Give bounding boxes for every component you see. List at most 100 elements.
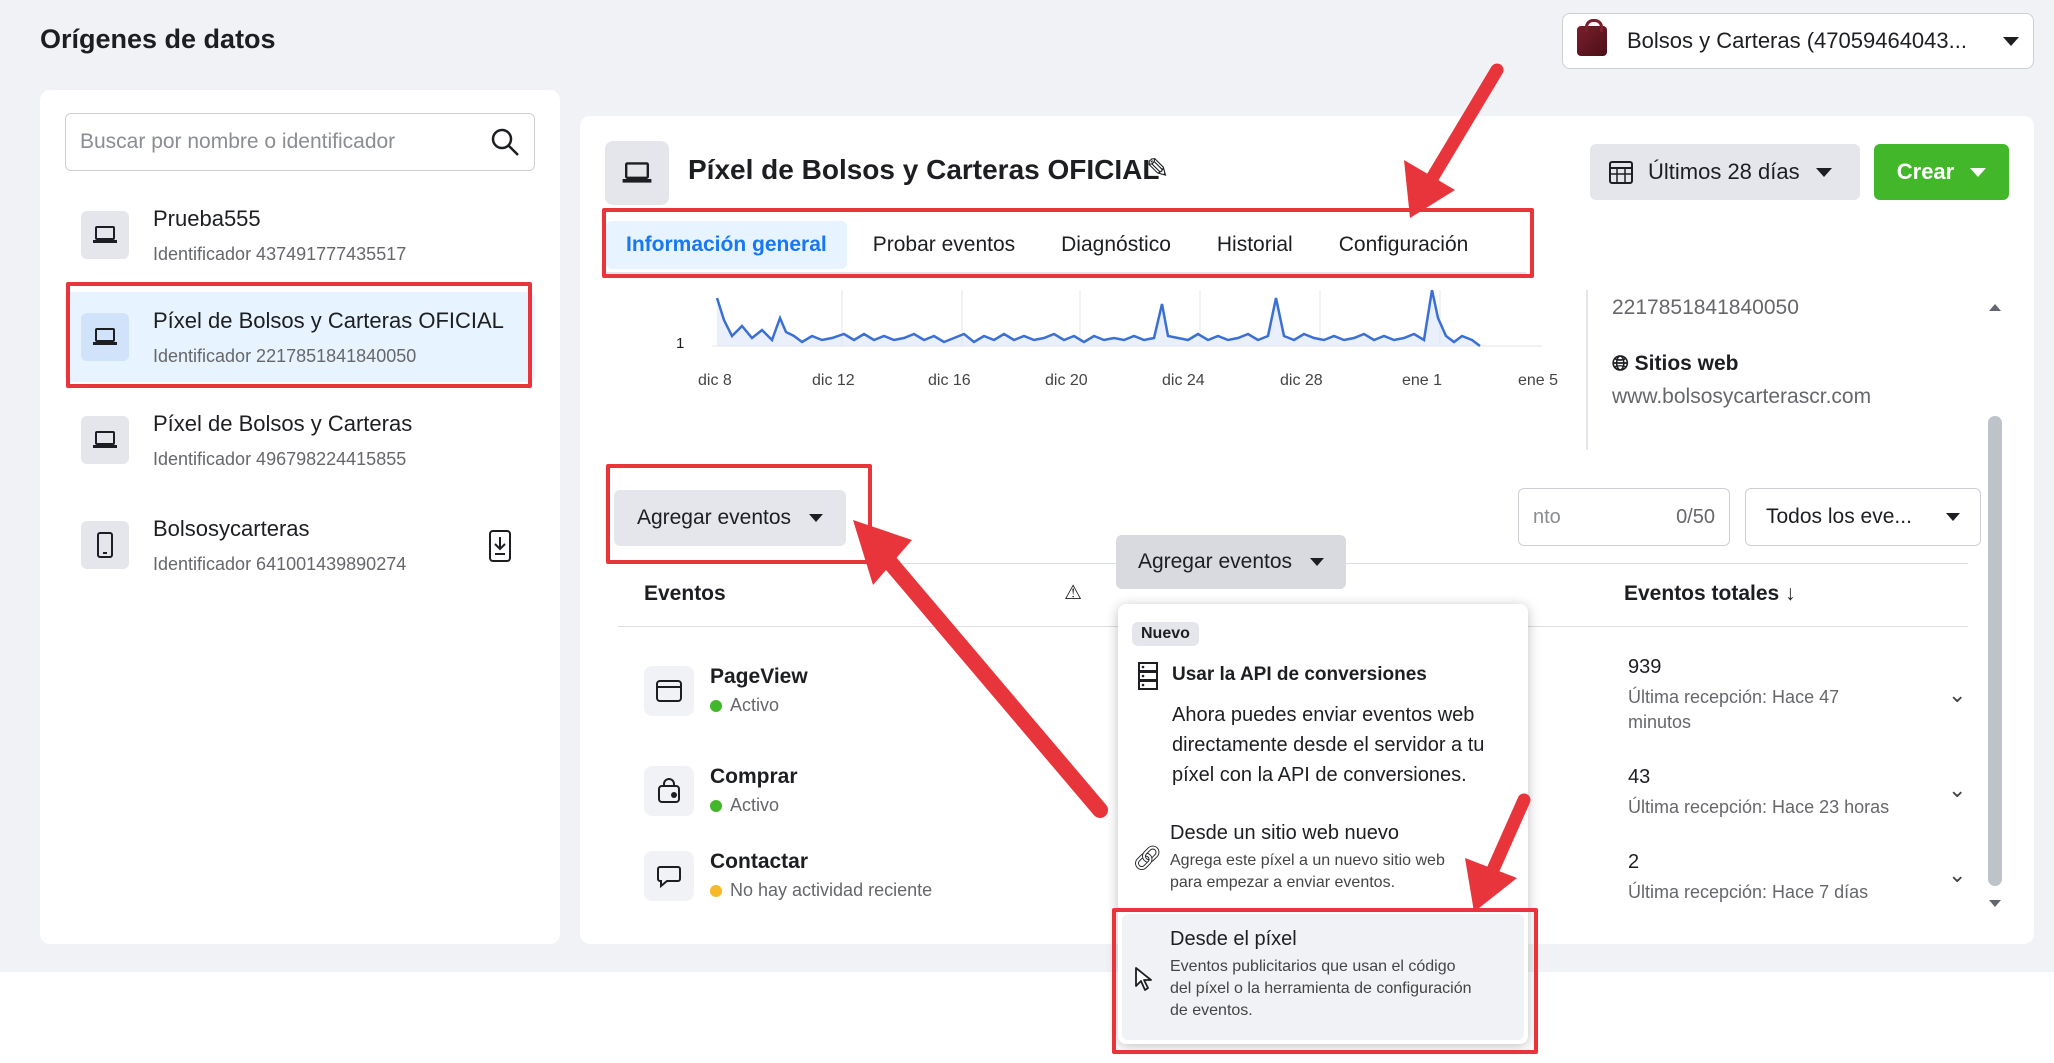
pixel-title: Píxel de Bolsos y Carteras OFICIAL [688,154,1160,185]
last-received: Última recepción: Hace 23 horas [1628,797,1890,817]
browser-icon [644,665,694,716]
search-input[interactable] [80,130,490,154]
x-tick: ene 1 [1402,372,1443,389]
details-divider [1586,290,1588,450]
add-events-dropdown-button[interactable]: Agregar eventos [1116,535,1346,589]
sites-heading-label: Sitios web [1634,352,1739,375]
scrollbar-thumb[interactable] [1988,416,2002,886]
account-name: Bolsos y Carteras (47059464043... [1627,28,1967,53]
bag-icon [1577,19,1607,56]
event-total: 2 Última recepción: Hace 7 días [1628,851,1928,905]
api-body-line: Ahora puedes enviar eventos web [1172,704,1475,726]
api-option-title[interactable]: Usar la API de conversiones [1172,664,1427,686]
pixel-desc-line: de eventos. [1170,1002,1253,1019]
create-button[interactable]: Crear [1874,144,2009,200]
tab-diagnostics[interactable]: Diagnóstico [1041,221,1191,269]
pixel-option-title[interactable]: Desde el píxel [1170,928,1297,951]
pixel-desc-line: Eventos publicitarios que usan el código [1170,958,1456,975]
scroll-up-icon[interactable] [1989,304,2001,311]
table-row[interactable]: Contactar No hay actividad reciente [644,850,932,901]
tab-history[interactable]: Historial [1197,221,1313,269]
website-desc-line: para empezar a enviar eventos. [1170,874,1396,891]
site-url[interactable]: www.bolsosycarterascr.com [1612,385,1871,409]
event-total: 939 Última recepción: Hace 47 minutos [1628,656,1928,735]
char-counter: 0/50 [1676,505,1715,528]
source-item-prueba555[interactable]: Prueba555 Identificador 437491777435517 [65,190,535,280]
column-header-total[interactable]: Eventos totales ↓ [1624,582,1796,606]
event-name: Comprar [710,765,798,788]
add-events-label: Agregar eventos [636,506,792,529]
tab-test-events[interactable]: Probar eventos [853,221,1035,269]
scrollbar[interactable] [1984,296,2006,916]
status-dot [710,799,722,812]
tab-settings[interactable]: Configuración [1319,221,1489,269]
website-option-title[interactable]: Desde un sitio web nuevo [1170,822,1399,845]
pixel-desc-line: del píxel o la herramienta de configurac… [1170,980,1472,997]
event-name: Contactar [710,850,809,873]
source-item-pixel[interactable]: Píxel de Bolsos y Carteras Identificador… [65,395,535,485]
date-range-label: Últimos 28 días [1648,159,1800,184]
laptop-icon [81,416,129,464]
event-search-field[interactable]: nto 0/50 [1518,488,1730,546]
chart-y-tick: 1 [676,335,685,352]
last-received: Última recepción: Hace 47 minutos [1628,687,1840,732]
tab-overview[interactable]: Información general [606,221,847,269]
app-download-icon [489,530,511,567]
source-id: Identificador 2217851841840050 [153,345,417,366]
add-events-label: Agregar eventos [1137,550,1293,573]
event-status: No hay actividad reciente [730,880,933,900]
create-label: Crear [1896,159,1955,184]
search-icon[interactable] [490,127,520,157]
last-received: Última recepción: Hace 7 días [1628,882,1869,902]
table-row[interactable]: PageView Activo [644,665,808,716]
event-name: PageView [710,665,808,688]
pencil-icon[interactable]: ✎ [1146,152,1169,185]
column-header-events: Eventos [644,582,726,605]
pixel-id: 2217851841840050 [1612,296,1799,319]
source-name: Píxel de Bolsos y Carteras OFICIAL [153,307,504,333]
event-search-text: nto [1533,505,1561,528]
search-box[interactable] [65,113,535,171]
sites-heading: 🌐︎ Sitios web [1612,352,1739,376]
add-events-button[interactable]: Agregar eventos [614,490,846,546]
source-name: Píxel de Bolsos y Carteras [153,410,413,436]
source-item-pixel-oficial[interactable]: Píxel de Bolsos y Carteras OFICIAL Ident… [65,292,535,382]
x-tick: dic 20 [1045,372,1088,389]
event-status: Activo [730,695,780,715]
server-icon [1136,662,1160,695]
total-count: 2 [1628,851,1640,873]
laptop-icon [81,313,129,361]
tab-bar: Información general Probar eventos Diagn… [606,219,1494,271]
date-range-selector[interactable]: Últimos 28 días [1590,144,1860,200]
calendar-icon [1609,161,1633,184]
total-count: 43 [1628,766,1651,788]
chevron-down-icon [1946,513,1960,521]
source-id: Identificador 496798224415855 [153,448,407,469]
add-events-menu: Nuevo Usar la API de conversiones Ahora … [1118,604,1528,1044]
source-item-bolsosycarteras[interactable]: Bolsosycarteras Identificador 6410014398… [65,500,535,590]
chart-x-axis: dic 8 dic 12 dic 16 dic 20 dic 24 dic 28… [680,372,1580,396]
phone-icon [81,521,129,569]
source-id: Identificador 437491777435517 [153,243,407,264]
chevron-down-icon [2003,36,2019,46]
account-selector[interactable]: Bolsos y Carteras (47059464043... [1562,13,2034,69]
chevron-down-icon [1815,167,1832,177]
link-icon: 🔗︎ [1132,845,1163,872]
new-badge: Nuevo [1132,622,1199,646]
status-dot [710,884,722,897]
events-filter-select[interactable]: Todos los eve... [1745,488,1981,546]
expand-chevron-icon[interactable]: ⌄ [1948,862,1966,888]
scroll-down-icon[interactable] [1989,900,2001,907]
api-body-line: píxel con la API de conversiones. [1172,764,1467,786]
website-desc-line: Agrega este píxel a un nuevo sitio web [1170,852,1445,869]
chevron-down-icon [1970,167,1987,177]
page-title: Orígenes de datos [40,24,276,54]
x-tick: ene 5 [1518,372,1559,389]
expand-chevron-icon[interactable]: ⌄ [1948,682,1966,708]
tab-divider [606,272,1526,275]
cursor-icon [1134,966,1154,997]
laptop-icon [81,211,129,259]
expand-chevron-icon[interactable]: ⌄ [1948,777,1966,803]
x-tick: dic 16 [928,372,971,389]
table-row[interactable]: Comprar Activo [644,765,798,816]
